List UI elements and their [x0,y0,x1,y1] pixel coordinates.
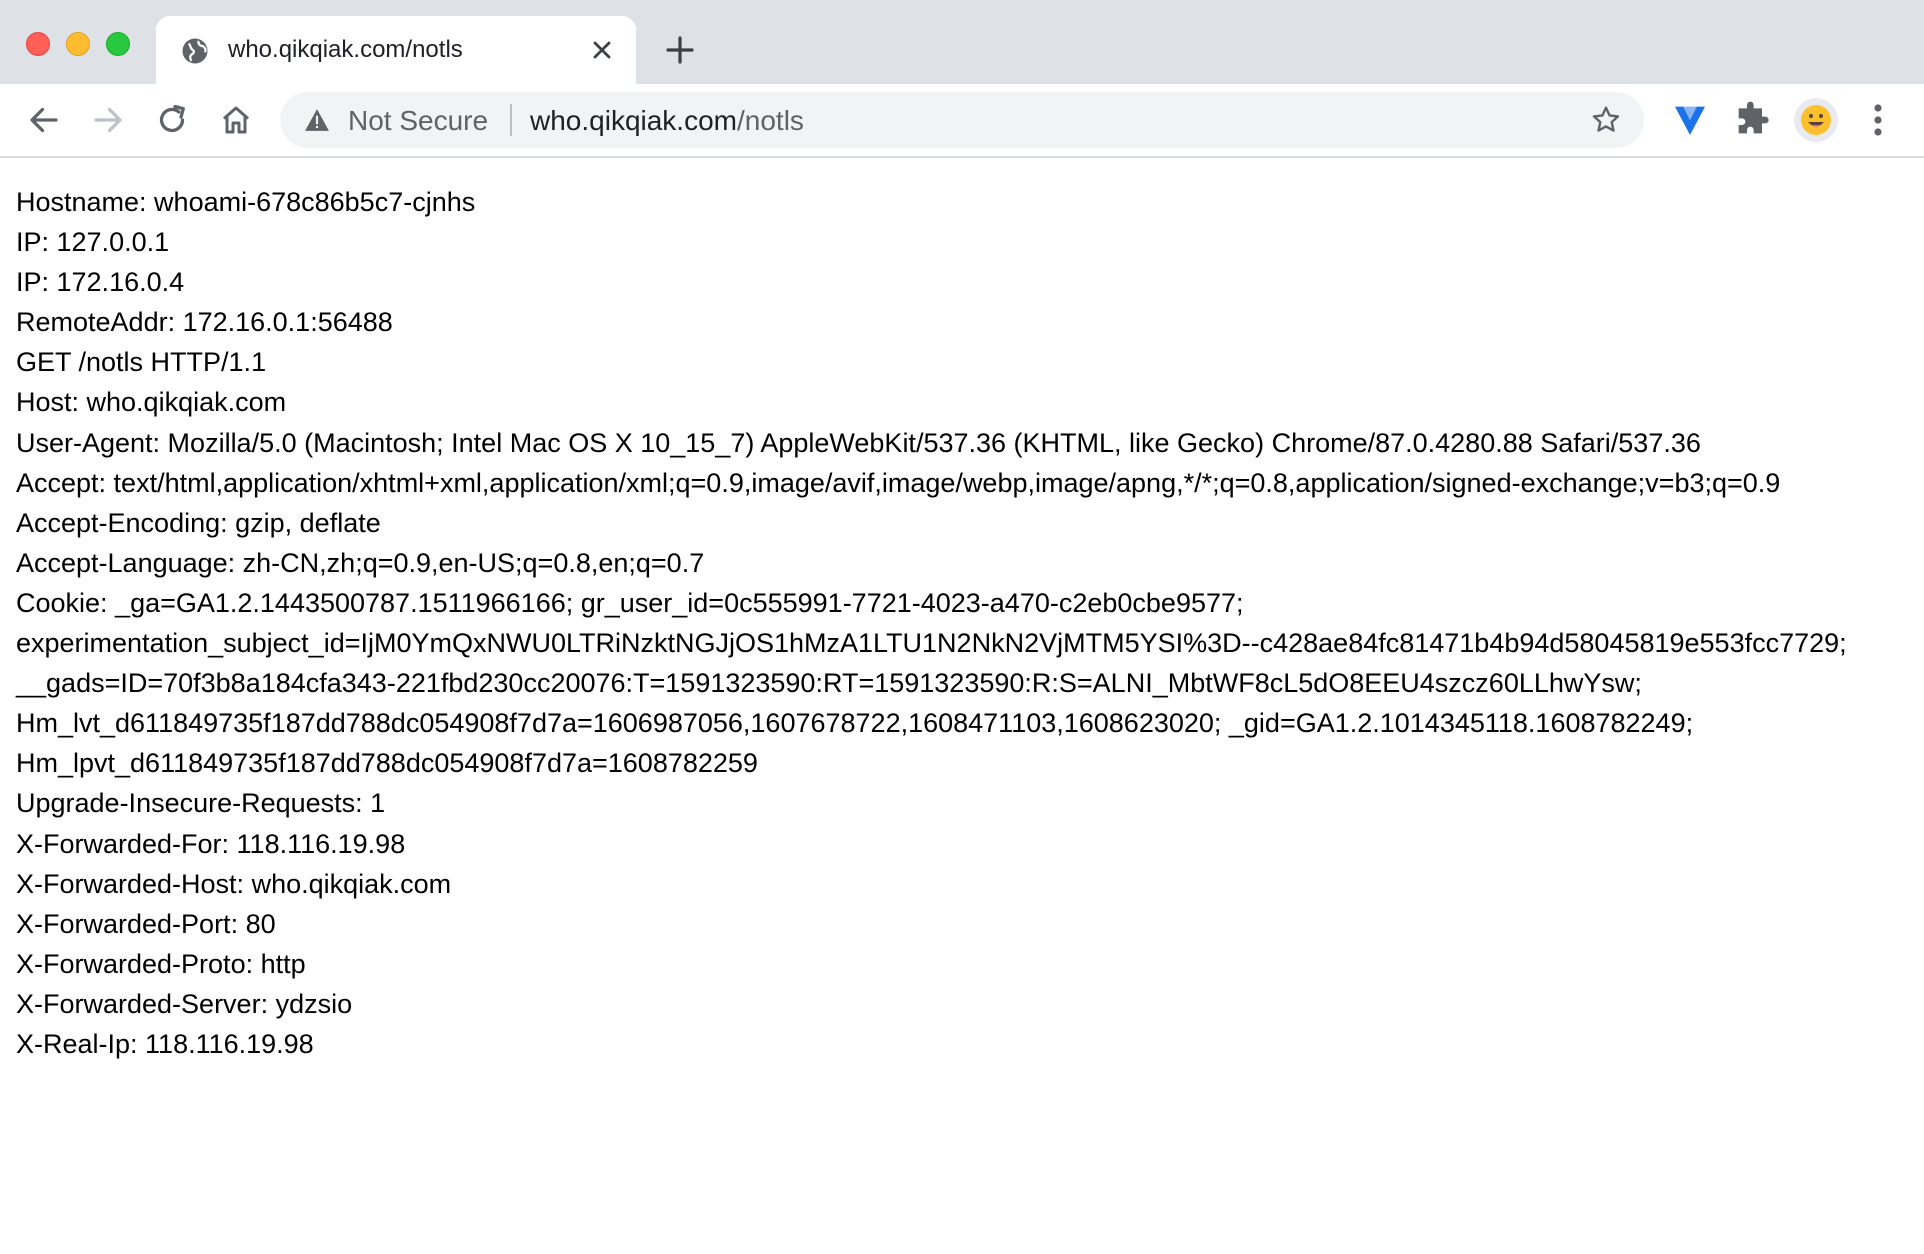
response-line: User-Agent: Mozilla/5.0 (Macintosh; Inte… [16,427,1701,458]
reload-icon[interactable] [154,102,190,138]
address-bar[interactable]: Not Secure who.qikqiak.com/notls [280,92,1644,148]
minimize-window-button[interactable] [66,32,90,56]
response-line: Accept: text/html,application/xhtml+xml,… [16,467,1781,498]
page-content: Hostname: whoami-678c86b5c7-cjnhs IP: 127… [16,182,1916,1064]
profile-avatar[interactable] [1794,98,1838,142]
response-line: RemoteAddr: 172.16.0.1:56488 [16,307,393,338]
response-line: X-Forwarded-Port: 80 [16,908,276,939]
home-icon[interactable] [218,102,254,138]
address-bar-divider [510,104,512,136]
response-line: IP: 172.16.0.4 [16,267,185,298]
back-arrow-icon[interactable] [26,102,62,138]
response-line: GET /notls HTTP/1.1 [16,347,267,378]
response-line: X-Forwarded-Host: who.qikqiak.com [16,868,452,899]
response-line: Cookie: _ga=GA1.2.1443500787.1511966166;… [16,587,1244,618]
browser-title-bar: who.qikqiak.com/notls [0,0,1924,84]
browser-tab[interactable]: who.qikqiak.com/notls [156,16,636,84]
smiley-face-icon [1801,105,1831,135]
zoom-window-button[interactable] [106,32,130,56]
new-tab-icon[interactable] [664,34,696,66]
response-line: Accept-Encoding: gzip, deflate [16,507,381,538]
more-menu-icon[interactable] [1866,102,1890,138]
close-window-button[interactable] [26,32,50,56]
globe-icon [182,38,208,64]
response-line: X-Forwarded-For: 118.116.19.98 [16,828,406,859]
extensions-puzzle-icon[interactable] [1732,100,1772,140]
response-line: Upgrade-Insecure-Requests: 1 [16,788,386,819]
forward-arrow-icon[interactable] [90,102,126,138]
response-line: Hostname: whoami-678c86b5c7-cjnhs [16,187,476,217]
close-tab-icon[interactable] [588,36,616,64]
url-path: /notls [736,105,804,136]
response-line: X-Forwarded-Server: ydzsio [16,988,353,1019]
response-line: Accept-Language: zh-CN,zh;q=0.9,en-US;q=… [16,547,705,578]
url-text[interactable]: who.qikqiak.com/notls [530,105,804,137]
response-line: Hm_lvt_d611849735f187dd788dc054908f7d7a=… [16,708,1694,739]
browser-toolbar: Not Secure who.qikqiak.com/notls [0,84,1924,158]
bookmark-star-icon[interactable] [1590,104,1622,136]
tab-title: who.qikqiak.com/notls [228,36,463,63]
response-line: X-Forwarded-Proto: http [16,948,306,979]
response-line: Hm_lpvt_d611849735f187dd788dc054908f7d7a… [16,748,758,779]
response-line: Host: who.qikqiak.com [16,387,287,418]
response-line: X-Real-Ip: 118.116.19.98 [16,1028,314,1059]
response-line: experimentation_subject_id=IjM0YmQxNWU0L… [16,628,1847,659]
url-host: who.qikqiak.com [530,105,737,136]
warning-triangle-icon[interactable] [304,108,330,132]
extension-v-icon[interactable] [1670,100,1710,140]
response-line: __gads=ID=70f3b8a184cfa343-221fbd230cc20… [16,668,1642,699]
not-secure-label[interactable]: Not Secure [348,105,488,137]
response-line: IP: 127.0.0.1 [16,227,170,258]
